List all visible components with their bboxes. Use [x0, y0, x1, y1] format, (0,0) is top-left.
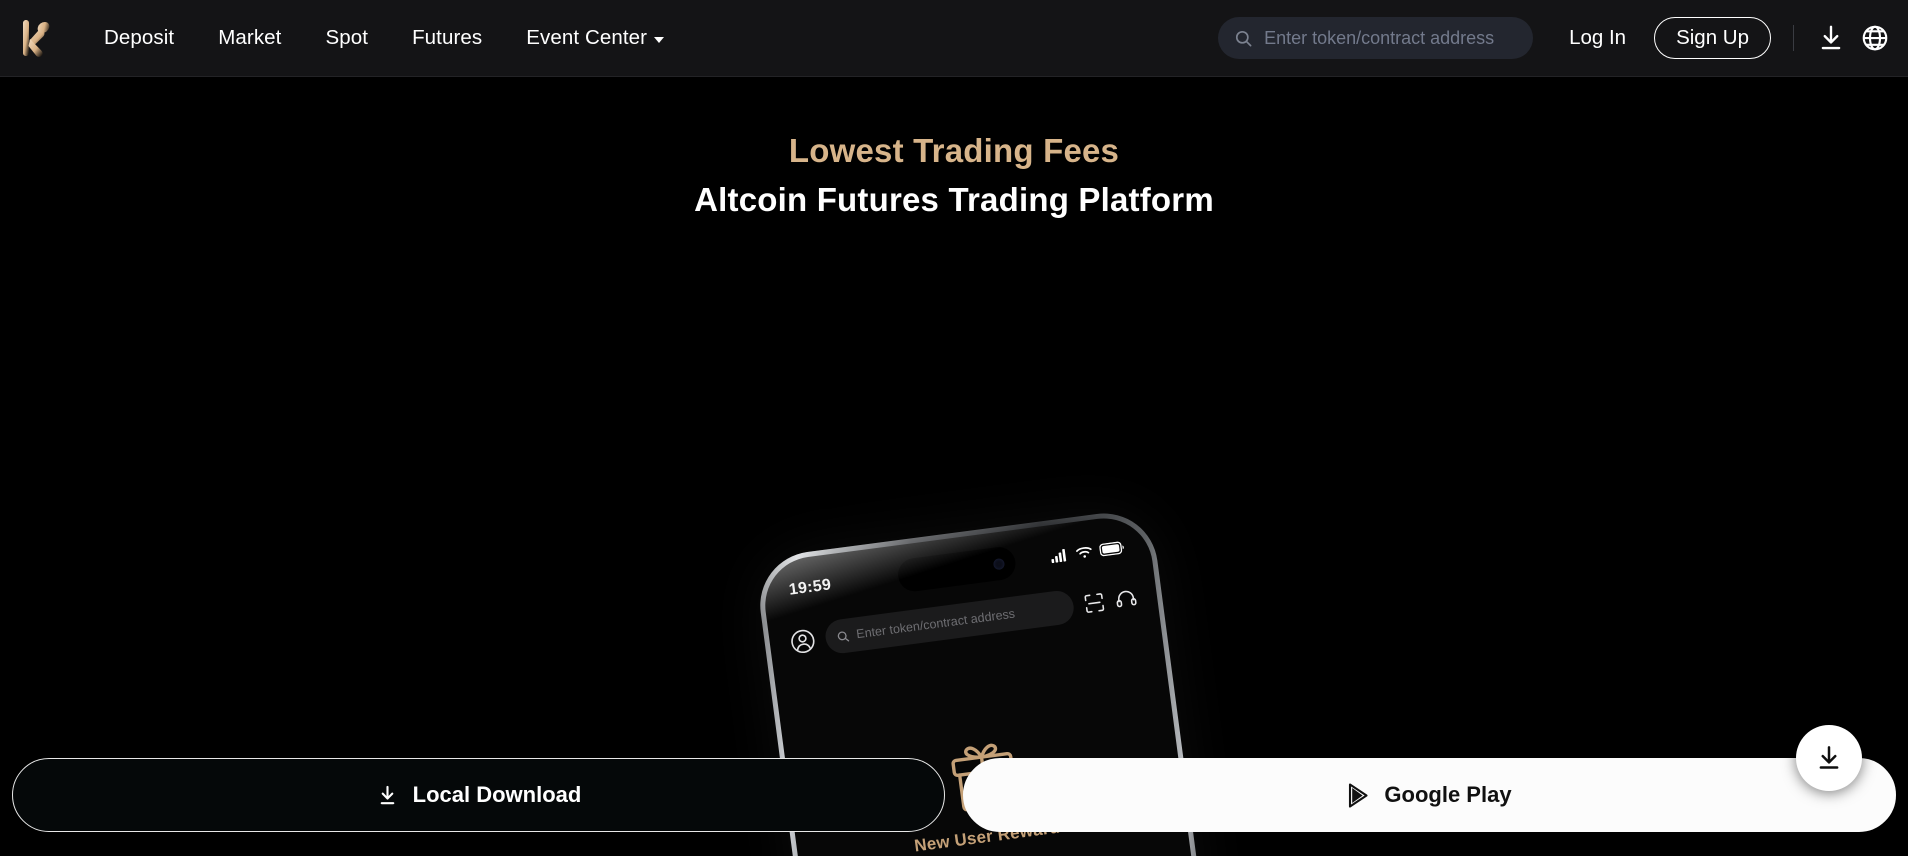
- search-icon: [837, 630, 850, 641]
- google-play-button[interactable]: Google Play: [963, 758, 1896, 832]
- nav-item-spot[interactable]: Spot: [303, 0, 390, 76]
- signup-button[interactable]: Sign Up: [1654, 17, 1771, 59]
- main-nav: Deposit Market Spot Futures Event Center: [82, 0, 686, 76]
- hero-headline-group: Lowest Trading Fees Altcoin Futures Trad…: [0, 129, 1908, 223]
- local-download-button[interactable]: Local Download: [12, 758, 945, 832]
- scan-icon[interactable]: [1082, 591, 1107, 616]
- nav-label: Event Center: [526, 26, 648, 49]
- hero-section: Lowest Trading Fees Altcoin Futures Trad…: [0, 77, 1908, 856]
- token-search-container[interactable]: [1218, 17, 1534, 59]
- local-download-label: Local Download: [412, 782, 582, 807]
- nav-label: Deposit: [104, 26, 175, 49]
- search-icon: [1236, 30, 1252, 46]
- phone-search-bar[interactable]: Enter token/contract address: [823, 588, 1076, 656]
- phone-status-icons: [1050, 540, 1125, 563]
- download-icon: [380, 785, 394, 804]
- phone-camera-lens: [992, 557, 1006, 570]
- floating-download-button[interactable]: [1796, 725, 1862, 791]
- nav-item-market[interactable]: Market: [196, 0, 303, 76]
- nav-item-deposit[interactable]: Deposit: [82, 0, 196, 76]
- phone-status-time: 19:59: [787, 576, 833, 599]
- login-button[interactable]: Log In: [1559, 20, 1636, 56]
- globe-icon[interactable]: [1860, 23, 1890, 53]
- top-navigation-bar: Deposit Market Spot Futures Event Center: [0, 0, 1908, 77]
- download-icon: [1819, 746, 1839, 769]
- download-icon[interactable]: [1816, 23, 1846, 53]
- phone-search-placeholder: Enter token/contract address: [855, 606, 1016, 642]
- headset-icon[interactable]: [1114, 586, 1139, 611]
- bottom-cta-bar: Local Download Google Play: [0, 748, 1908, 856]
- header-actions: Log In Sign Up: [1218, 0, 1908, 76]
- nav-item-event-center[interactable]: Event Center: [504, 0, 686, 76]
- hero-headline-secondary: Altcoin Futures Trading Platform: [694, 181, 1214, 218]
- phone-dynamic-island: [896, 545, 1018, 594]
- search-input[interactable]: [1264, 27, 1518, 49]
- battery-icon: [1099, 541, 1124, 556]
- hero-headline-primary: Lowest Trading Fees: [788, 132, 1120, 169]
- nav-label: Spot: [325, 26, 369, 49]
- page-root: Deposit Market Spot Futures Event Center: [0, 0, 1908, 856]
- wifi-icon: [1076, 546, 1092, 558]
- nav-item-futures[interactable]: Futures: [390, 0, 504, 76]
- play-triangle-icon: [1349, 782, 1368, 808]
- nav-label: Market: [218, 26, 282, 49]
- nav-label: Futures: [412, 26, 483, 49]
- chevron-down-icon: [654, 37, 665, 43]
- signal-icon: [1051, 548, 1067, 563]
- google-play-label: Google Play: [1384, 782, 1512, 807]
- avatar-icon[interactable]: [788, 627, 817, 656]
- header-divider: [1793, 25, 1794, 51]
- kcex-logo-icon[interactable]: [16, 18, 54, 58]
